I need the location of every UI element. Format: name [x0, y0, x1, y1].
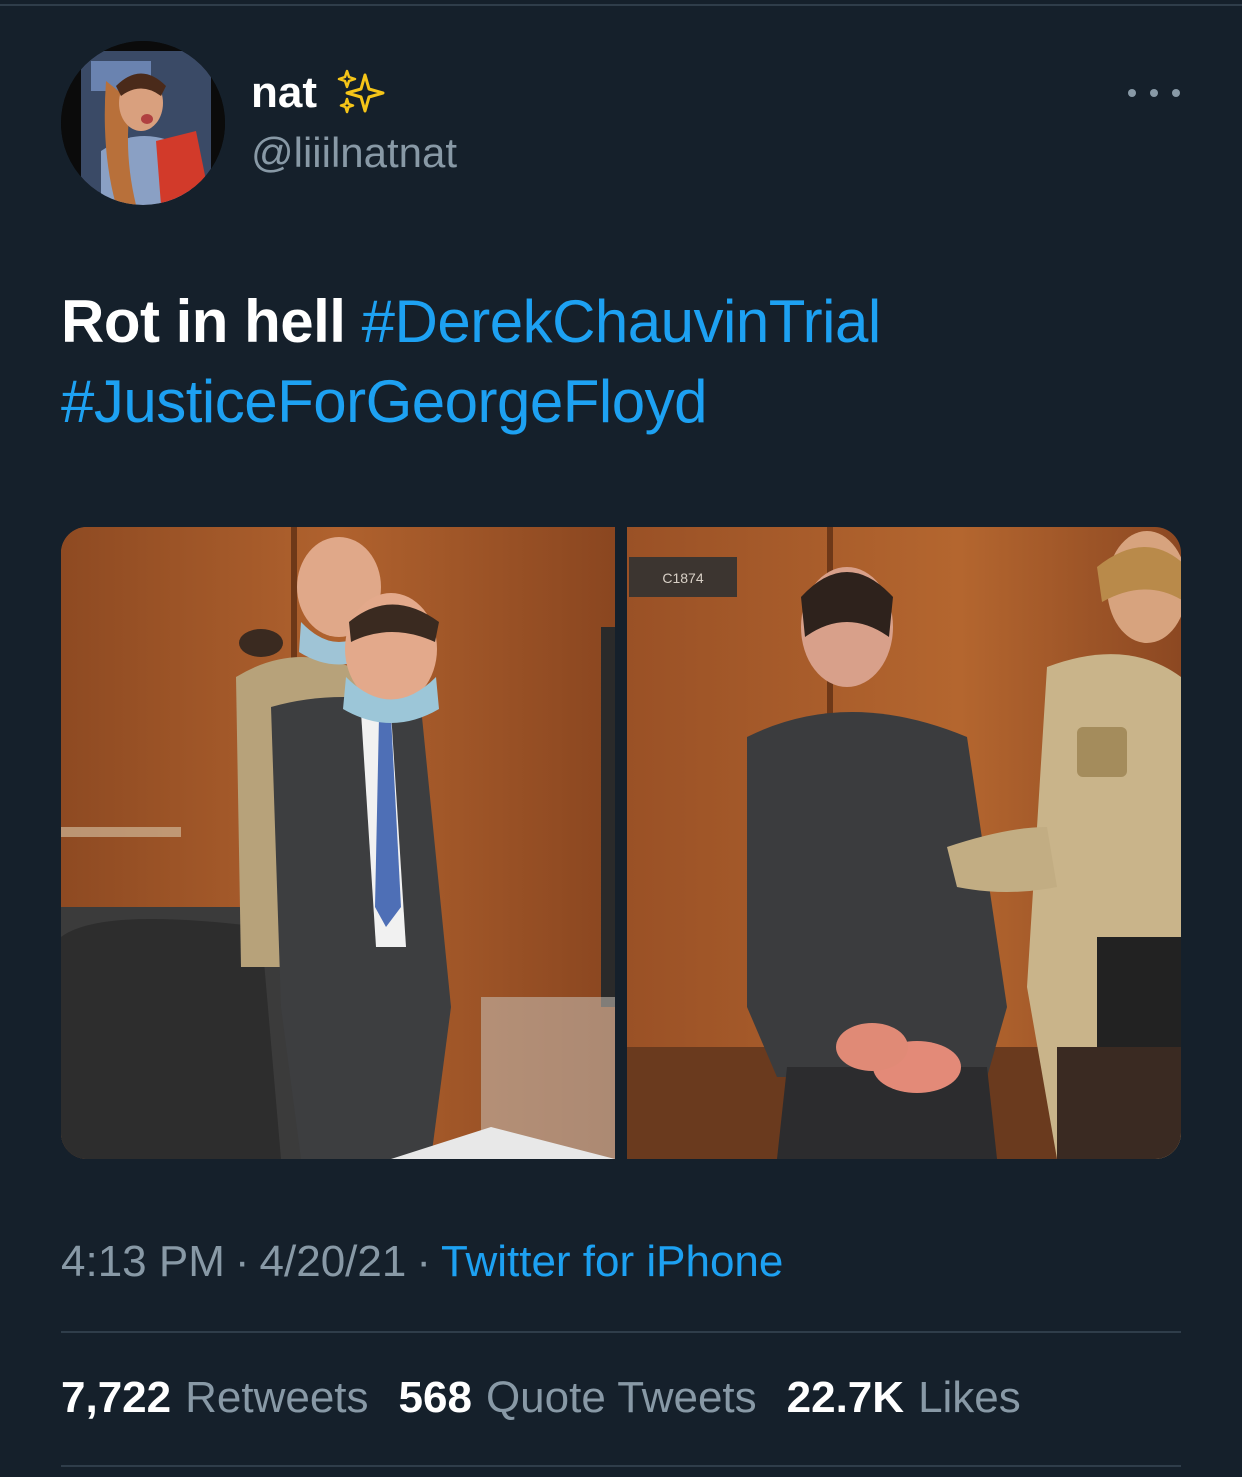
- tweet-media: C1874: [61, 527, 1181, 1159]
- quote-tweets-label: Quote Tweets: [485, 1373, 757, 1422]
- retweets-label: Retweets: [185, 1373, 369, 1422]
- likes-label: Likes: [918, 1373, 1021, 1422]
- hashtag-link[interactable]: #JusticeForGeorgeFloyd: [61, 368, 707, 435]
- tweet-text: Rot in hell #DerekChauvinTrial #JusticeF…: [61, 282, 1181, 442]
- tweet-text-plain: Rot in hell: [61, 288, 346, 355]
- more-dot-icon: [1128, 89, 1136, 97]
- courtroom-photo-icon: [61, 527, 615, 1159]
- avatar-image: [61, 41, 225, 205]
- avatar[interactable]: [61, 41, 225, 205]
- likes-stat[interactable]: 22.7K Likes: [787, 1368, 1021, 1428]
- door-sign-text: C1874: [662, 570, 703, 586]
- retweets-count: 7,722: [61, 1373, 172, 1422]
- more-options-button[interactable]: [1128, 78, 1180, 108]
- tweet-stats: 7,722 Retweets 568 Quote Tweets 22.7K Likes: [61, 1368, 1021, 1428]
- more-dot-icon: [1172, 89, 1180, 97]
- sparkles-icon: [335, 69, 391, 117]
- hashtag-link[interactable]: #DerekChauvinTrial: [362, 288, 882, 355]
- meta-separator: ·: [416, 1237, 431, 1286]
- stats-top-divider: [61, 1331, 1181, 1333]
- stats-bottom-divider: [61, 1465, 1181, 1467]
- courtroom-photo-icon: C1874: [627, 527, 1181, 1159]
- likes-count: 22.7K: [786, 1373, 905, 1422]
- retweets-stat[interactable]: 7,722 Retweets: [61, 1368, 369, 1428]
- author-display-name[interactable]: nat: [251, 66, 391, 120]
- tweet-time: 4:13 PM: [61, 1237, 225, 1286]
- tweet-source-link[interactable]: Twitter for iPhone: [441, 1237, 783, 1286]
- author-handle[interactable]: @liiilnatnat: [251, 126, 457, 180]
- display-name-text: nat: [251, 68, 317, 117]
- tweet-photo-2[interactable]: C1874: [627, 527, 1181, 1159]
- tweet-meta: 4:13 PM · 4/20/21 · Twitter for iPhone: [61, 1232, 783, 1292]
- quote-tweets-stat[interactable]: 568 Quote Tweets: [399, 1368, 757, 1428]
- tweet-photo-1[interactable]: [61, 527, 615, 1159]
- more-dot-icon: [1150, 89, 1158, 97]
- tweet-date: 4/20/21: [259, 1237, 407, 1286]
- top-divider: [0, 4, 1242, 6]
- quote-tweets-count: 568: [398, 1373, 472, 1422]
- meta-separator: ·: [234, 1237, 250, 1286]
